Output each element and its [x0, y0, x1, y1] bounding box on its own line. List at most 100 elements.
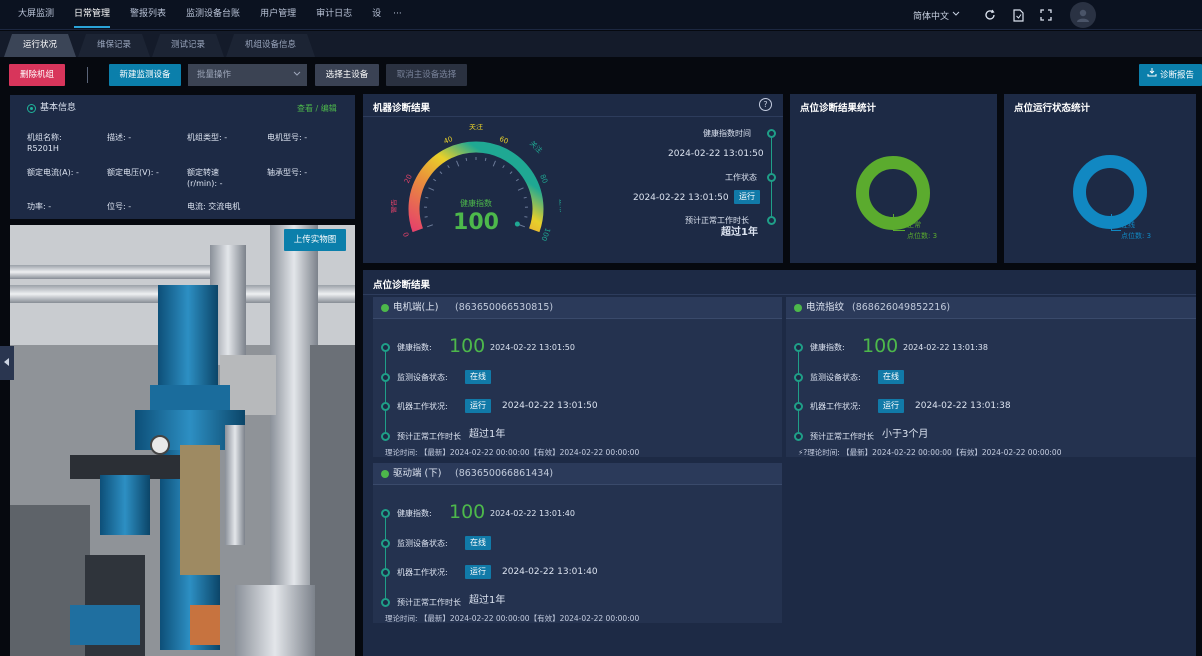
- upload-photo-button[interactable]: 上传实物图: [284, 229, 346, 251]
- point-card: 电机端(上) (863650066530815) 健康指数: 100 2024-02-2…: [373, 297, 782, 457]
- help-icon[interactable]: ?: [759, 98, 772, 111]
- point-run-stats-panel: 点位运行状态统计 在线 点位数: 3: [1004, 94, 1196, 263]
- theory-time-prefix: ⚡?: [798, 448, 808, 457]
- expected-duration-label: 预计正常工作时长: [397, 432, 461, 441]
- fullscreen-icon[interactable]: [1039, 8, 1053, 22]
- point-card-header: 驱动端 (下) (863650066861434): [373, 463, 782, 485]
- work-state-time: 2024-02-22 13:01:40: [502, 567, 598, 577]
- nav-item-screen-monitor[interactable]: 大屏监测: [8, 0, 64, 30]
- gauge-tick: [523, 196, 527, 199]
- theory-time-value: 【最新】2024-02-22 00:00:00【有效】2024-02-22 00…: [419, 614, 640, 623]
- theory-time-value: 【最新】2024-02-22 00:00:00【有效】2024-02-22 00…: [419, 448, 640, 457]
- language-select[interactable]: 简体中文: [913, 9, 960, 22]
- gauge-tick: [517, 187, 524, 191]
- nav-more[interactable]: ···: [391, 0, 404, 30]
- gauge-zone-label: 关注: [469, 124, 483, 131]
- nav-item-alarm-list[interactable]: 警报列表: [120, 0, 176, 30]
- field-rated-current: 额定电流(A): -: [27, 168, 79, 177]
- field-position-number: 位号: -: [107, 202, 132, 211]
- field-power: 功率: -: [27, 202, 52, 211]
- chevron-left-icon: [4, 357, 10, 369]
- health-index-value: 100: [449, 501, 486, 523]
- top-nav: 大屏监测 日常管理 警报列表 监测设备台账 用户管理 审计日志 设 ···: [8, 0, 404, 30]
- gauge-tick: [447, 165, 450, 169]
- status-ring-icon: [27, 104, 36, 113]
- toolbar-divider: [87, 67, 88, 83]
- legend-online-count: 点位数: 3: [1121, 232, 1152, 240]
- language-label: 简体中文: [912, 11, 949, 22]
- nav-item-device-ledger[interactable]: 监测设备台账: [176, 0, 250, 30]
- timeline-node: [794, 373, 803, 382]
- tab-run-status[interactable]: 运行状况: [4, 34, 76, 57]
- expected-duration-label: 预计正常工作时长: [397, 598, 461, 607]
- new-device-button[interactable]: 新建监测设备: [109, 64, 181, 86]
- point-diagnosis-stats-title: 点位诊断结果统计: [800, 103, 877, 114]
- choose-main-device-button[interactable]: 选择主设备: [315, 64, 379, 86]
- gauge-center-label: 健康指数: [460, 198, 492, 208]
- diagnosis-report-button[interactable]: 诊断报告: [1139, 64, 1202, 86]
- point-id: (863650066861434): [455, 468, 554, 479]
- refresh-icon[interactable]: [983, 8, 997, 22]
- field-description-label: 描述: -: [107, 133, 132, 142]
- donut-slice[interactable]: [1073, 155, 1147, 229]
- gauge-tick: [509, 171, 513, 175]
- basic-info-title: 基本信息: [40, 103, 77, 113]
- top-right-tools: 简体中文: [913, 0, 1202, 30]
- expected-duration-value: 超过1年: [721, 227, 758, 238]
- avatar[interactable]: [1070, 2, 1096, 28]
- point-name: 驱动端 (下): [393, 468, 442, 479]
- health-index-value: 100: [862, 335, 899, 357]
- gauge-tick: [484, 157, 487, 161]
- gauge-zone-label: 正常: [558, 199, 561, 213]
- tab-test-records[interactable]: 测试记录: [152, 34, 224, 57]
- gauge-tick: [515, 178, 519, 182]
- download-icon: [1147, 64, 1157, 86]
- collapse-handle[interactable]: [0, 346, 14, 380]
- tab-unit-device-info[interactable]: 机组设备信息: [226, 34, 315, 57]
- work-state-badge: 运行: [878, 399, 904, 413]
- tab-maintenance-records[interactable]: 维保记录: [78, 34, 150, 57]
- timeline-node: [767, 173, 776, 182]
- timeline-node: [794, 402, 803, 411]
- status-dot: [794, 304, 802, 312]
- legend-leader: [893, 230, 905, 231]
- machine-diagnosis-title: 机器诊断结果: [373, 103, 431, 114]
- cancel-main-device-button[interactable]: 取消主设备选择: [386, 64, 467, 86]
- diagnosis-report-label: 诊断报告: [1159, 70, 1194, 81]
- field-unit-name-value: R5201H: [27, 144, 59, 153]
- delete-unit-button[interactable]: 删除机组: [9, 64, 65, 86]
- work-state-time: 2024-02-22 13:01:38: [915, 401, 1011, 411]
- point-name: 电机端(上): [393, 302, 439, 313]
- field-bearing-model: 轴承型号: -: [267, 168, 308, 177]
- work-state-label: 机器工作状况:: [397, 568, 448, 577]
- nav-item-settings[interactable]: 设: [362, 0, 391, 30]
- document-icon[interactable]: [1011, 8, 1025, 22]
- batch-operation-label: 批量操作: [197, 70, 232, 80]
- expected-duration-label: 预计正常工作时长: [810, 432, 874, 441]
- nav-item-user-management[interactable]: 用户管理: [250, 0, 306, 30]
- status-dot: [381, 304, 389, 312]
- equipment-photo: 上传实物图: [10, 225, 355, 656]
- health-index-value: 100: [449, 335, 486, 357]
- status-dot: [381, 470, 389, 478]
- toolbar: 删除机组 新建监测设备 批量操作 选择主设备 取消主设备选择 诊断报告: [0, 57, 1202, 93]
- field-current-type: 电流: 交流电机: [187, 202, 241, 211]
- batch-operation-select[interactable]: 批量操作: [188, 64, 307, 86]
- nav-item-daily-management[interactable]: 日常管理: [64, 0, 120, 30]
- gauge-tick-label: 100: [539, 227, 551, 242]
- timeline-node: [381, 568, 390, 577]
- view-edit-link[interactable]: 查看 / 编辑: [297, 103, 337, 114]
- field-rated-speed: 额定转速: [187, 168, 219, 177]
- health-time-label: 健康指数时间: [703, 129, 751, 138]
- timeline-node: [381, 402, 390, 411]
- device-state-badge: 在线: [465, 536, 491, 550]
- gauge-tick: [439, 171, 443, 175]
- legend-leader: [1111, 214, 1112, 230]
- gauge-tick: [492, 160, 496, 167]
- gauge-tick: [502, 165, 505, 169]
- gauge-tick-label: 0: [402, 231, 411, 238]
- nav-item-audit-log[interactable]: 审计日志: [306, 0, 362, 30]
- point-run-stats-title: 点位运行状态统计: [1014, 103, 1091, 114]
- gauge-tick-label: 40: [443, 135, 454, 146]
- gauge-needle-marker: [514, 221, 520, 227]
